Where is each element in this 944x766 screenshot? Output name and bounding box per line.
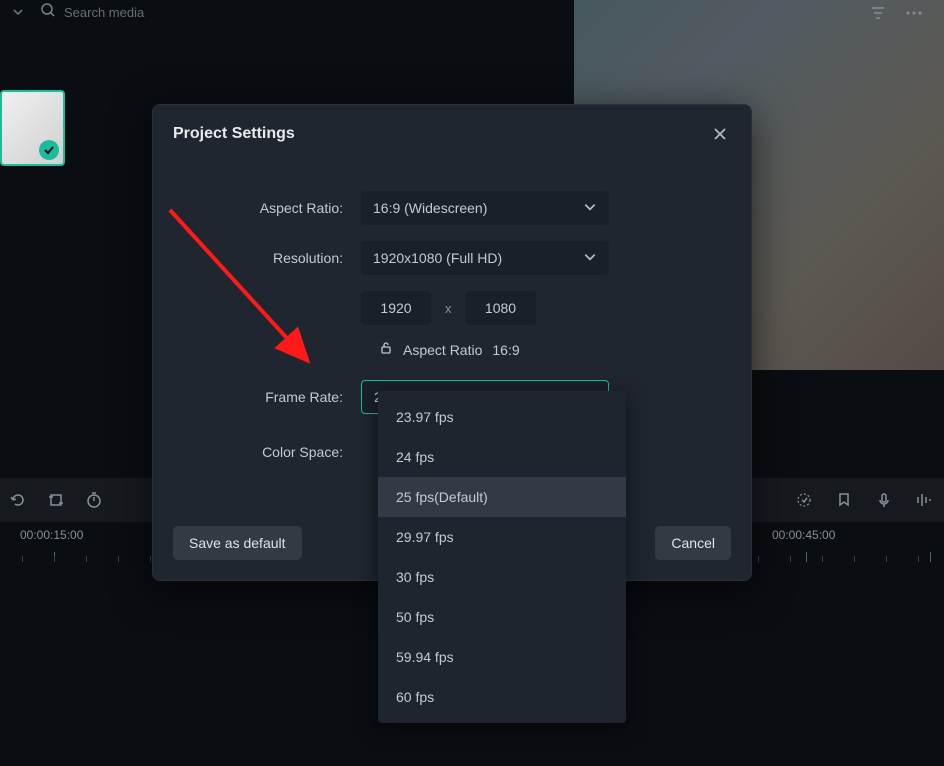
search-placeholder: Search media (64, 5, 144, 20)
framerate-option[interactable]: 23.97 fps (378, 397, 626, 437)
framerate-option[interactable]: 24 fps (378, 437, 626, 477)
marker-icon[interactable] (794, 490, 814, 510)
framerate-option[interactable]: 50 fps (378, 597, 626, 637)
aspect-ratio-value: 16:9 (Widescreen) (373, 200, 487, 216)
framerate-label: Frame Rate: (173, 389, 361, 405)
framerate-option[interactable]: 59.94 fps (378, 637, 626, 677)
dialog-title: Project Settings (173, 125, 295, 143)
lock-icon[interactable] (379, 341, 393, 358)
aspect-ratio-label: Aspect Ratio: (173, 200, 361, 216)
chevron-down-icon (583, 200, 597, 217)
save-default-button[interactable]: Save as default (173, 526, 302, 560)
time-label: 00:00:15:00 (20, 528, 83, 542)
height-input[interactable]: 1080 (466, 291, 536, 325)
resolution-value: 1920x1080 (Full HD) (373, 250, 502, 266)
aspect-ratio-select[interactable]: 16:9 (Widescreen) (361, 191, 609, 225)
mic-icon[interactable] (874, 490, 894, 510)
framerate-option[interactable]: 60 fps (378, 677, 626, 717)
framerate-option[interactable]: 29.97 fps (378, 517, 626, 557)
media-thumbnail[interactable] (0, 90, 65, 166)
framerate-option[interactable]: 30 fps (378, 557, 626, 597)
lock-aspect-ratio-value: 16:9 (492, 342, 519, 358)
framerate-option[interactable]: 25 fps(Default) (378, 477, 626, 517)
timer-icon[interactable] (84, 490, 104, 510)
dropdown-chevron[interactable] (8, 2, 28, 22)
undo-icon[interactable] (8, 490, 28, 510)
framerate-dropdown: 23.97 fps24 fps25 fps(Default)29.97 fps3… (378, 391, 626, 723)
search-media[interactable]: Search media (40, 2, 144, 23)
resolution-label: Resolution: (173, 250, 361, 266)
chevron-down-icon (583, 250, 597, 267)
width-input[interactable]: 1920 (361, 291, 431, 325)
colorspace-label: Color Space: (173, 444, 361, 460)
time-label: 00:00:45:00 (772, 528, 835, 542)
crop-icon[interactable] (46, 490, 66, 510)
cancel-button[interactable]: Cancel (655, 526, 731, 560)
lock-aspect-ratio-label: Aspect Ratio (403, 342, 482, 358)
search-icon (40, 2, 56, 23)
resolution-select[interactable]: 1920x1080 (Full HD) (361, 241, 609, 275)
audio-icon[interactable] (914, 490, 934, 510)
x-separator: x (445, 301, 452, 316)
close-button[interactable] (709, 123, 731, 145)
checkmark-icon (39, 140, 59, 160)
tag-icon[interactable] (834, 490, 854, 510)
